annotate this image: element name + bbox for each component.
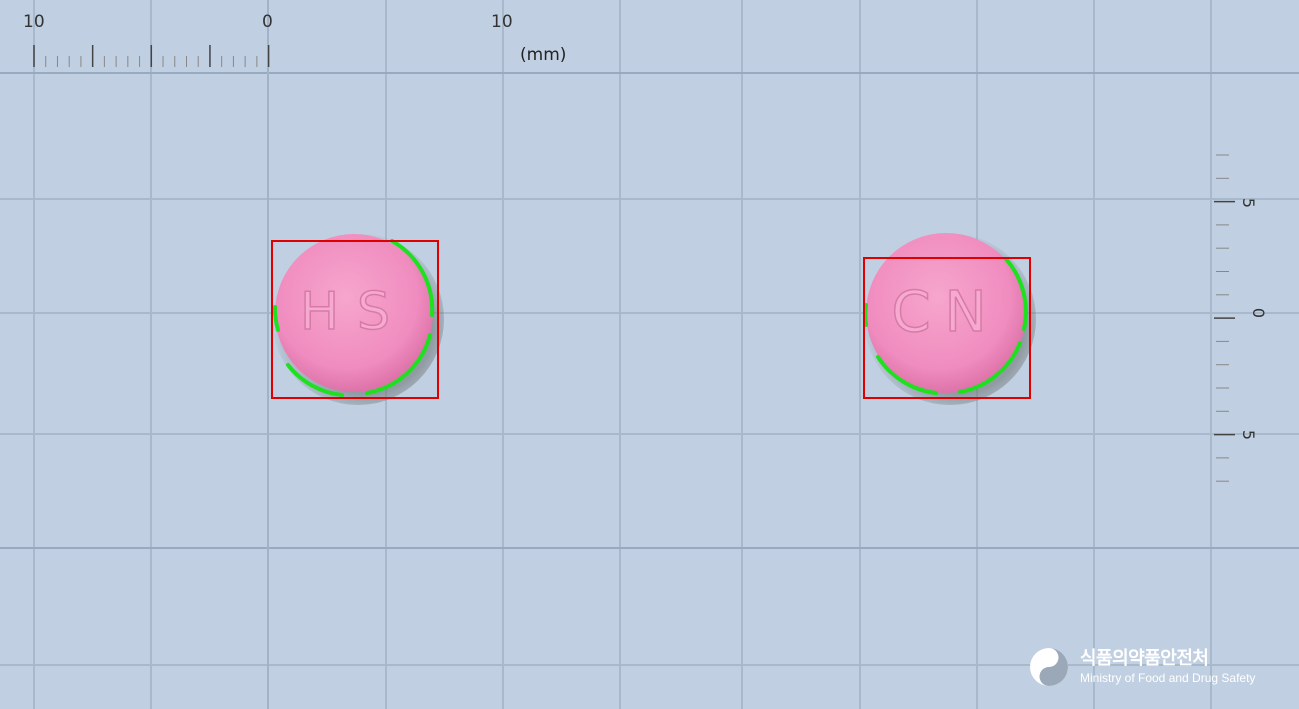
v-ruler-label-top: 5 [1239,197,1259,209]
logo-english-name: Ministry of Food and Drug Safety [1080,671,1256,685]
mfds-emblem-icon [1030,648,1068,686]
h-ruler-label-center: 0 [262,12,273,32]
pill-back-cn: CN [863,233,1036,405]
h-ruler-label-right: 10 [491,12,513,32]
v-ruler-label-bottom: 5 [1239,429,1259,441]
pill-imprint: CN [892,280,1001,345]
ruler-unit-label: (mm) [520,45,567,65]
pill-identification-canvas: 10 0 10 (mm) 5 0 5 HS CN 식품의약품안전처 Minist… [0,0,1299,709]
v-ruler-label-center: 0 [1249,307,1269,319]
pill-imprint: HS [300,282,408,342]
measurement-grid [0,0,1299,709]
pill-front-hs: HS [271,233,444,405]
logo-korean-name: 식품의약품안전처 [1080,648,1209,669]
h-ruler-label-left: 10 [23,12,45,32]
